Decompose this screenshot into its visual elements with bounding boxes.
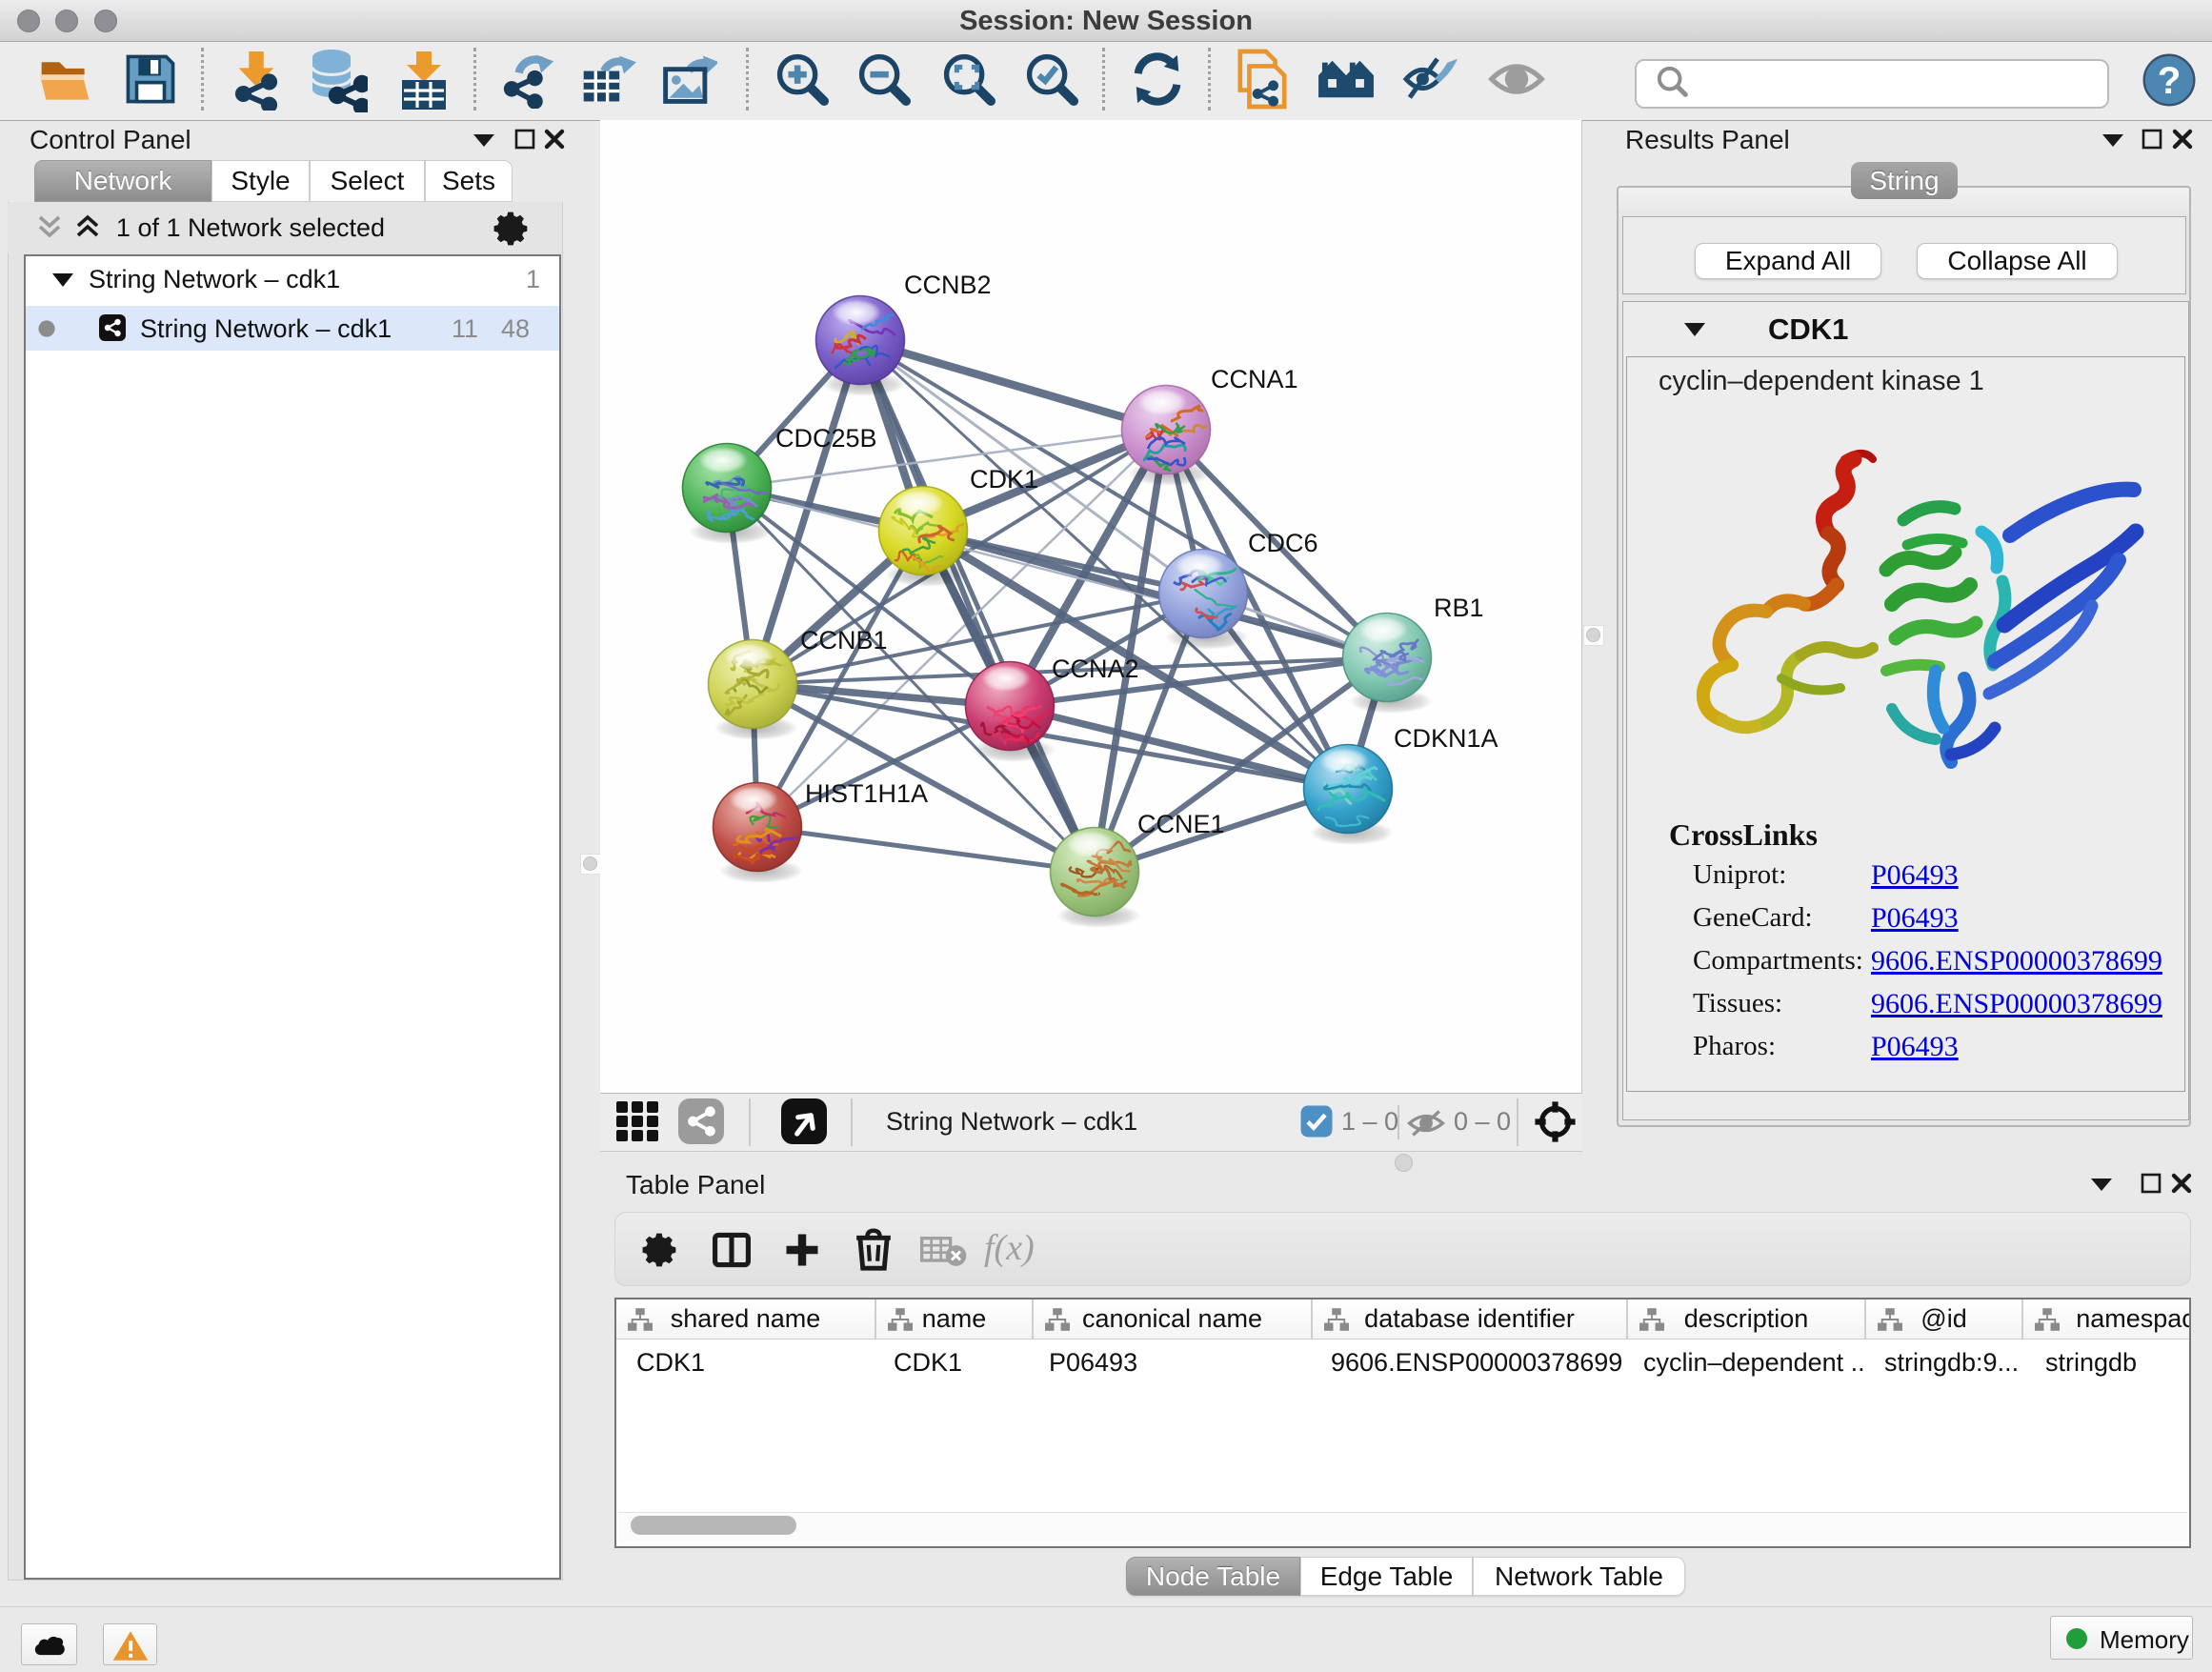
svg-text:CCNB2: CCNB2 (904, 271, 992, 299)
svg-text:CDC25B: CDC25B (775, 424, 877, 453)
svg-text:CDC6: CDC6 (1248, 529, 1318, 557)
svg-text:CCNA2: CCNA2 (1052, 655, 1139, 683)
svg-text:CDKN1A: CDKN1A (1394, 724, 1498, 753)
svg-text:CDK1: CDK1 (970, 465, 1038, 494)
svg-text:CCNE1: CCNE1 (1137, 810, 1225, 838)
svg-text:RB1: RB1 (1434, 594, 1484, 622)
svg-text:CCNA1: CCNA1 (1211, 365, 1298, 393)
svg-text:HIST1H1A: HIST1H1A (805, 779, 928, 808)
svg-text:CCNB1: CCNB1 (800, 626, 888, 655)
svg-text:?: ? (2158, 59, 2182, 102)
